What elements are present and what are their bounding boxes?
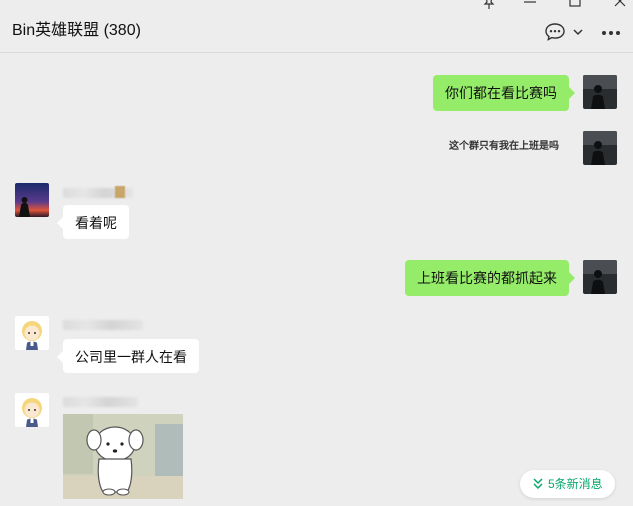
message-text: 你们都在看比赛吗: [445, 85, 557, 101]
my-avatar[interactable]: [583, 260, 617, 294]
maximize-icon[interactable]: [567, 0, 583, 10]
new-messages-button[interactable]: 5条新消息: [520, 470, 615, 498]
pin-icon[interactable]: [481, 0, 497, 10]
message-list[interactable]: 你们都在看比赛吗 这个群只有我在上班是吗 看着呢 上班看比赛的都抓起来 公司里一…: [0, 53, 633, 506]
message-bubble-mine[interactable]: 你们都在看比赛吗: [433, 75, 575, 111]
message-text: 看着呢: [75, 215, 117, 231]
chevron-down-icon[interactable]: [572, 22, 584, 42]
sticker-image[interactable]: [63, 414, 183, 499]
minimize-icon[interactable]: [522, 0, 538, 10]
message-bubble-other[interactable]: 看着呢: [57, 205, 129, 239]
my-avatar[interactable]: [583, 75, 617, 109]
member-avatar[interactable]: [15, 316, 49, 350]
close-icon[interactable]: [612, 0, 628, 10]
chat-header: Bin英雄联盟 (380): [0, 0, 633, 53]
message-text: 上班看比赛的都抓起来: [417, 270, 557, 286]
double-chevron-down-icon: [533, 478, 543, 490]
new-messages-label: 5条新消息: [548, 477, 603, 491]
message-text-mine[interactable]: 这个群只有我在上班是吗: [449, 137, 559, 152]
message-bubble-mine[interactable]: 上班看比赛的都抓起来: [405, 260, 575, 296]
name-emoji-blurred: [115, 186, 125, 198]
sender-name-blurred: [63, 320, 143, 330]
my-avatar[interactable]: [583, 131, 617, 165]
sender-name-blurred: [63, 397, 138, 407]
member-avatar[interactable]: [15, 183, 49, 217]
chat-bubble-icon[interactable]: [544, 22, 566, 42]
message-text: 公司里一群人在看: [75, 349, 187, 365]
message-bubble-other[interactable]: 公司里一群人在看: [57, 339, 199, 373]
more-icon[interactable]: [600, 22, 622, 42]
member-avatar[interactable]: [15, 393, 49, 427]
chat-title: Bin英雄联盟 (380): [12, 22, 141, 39]
